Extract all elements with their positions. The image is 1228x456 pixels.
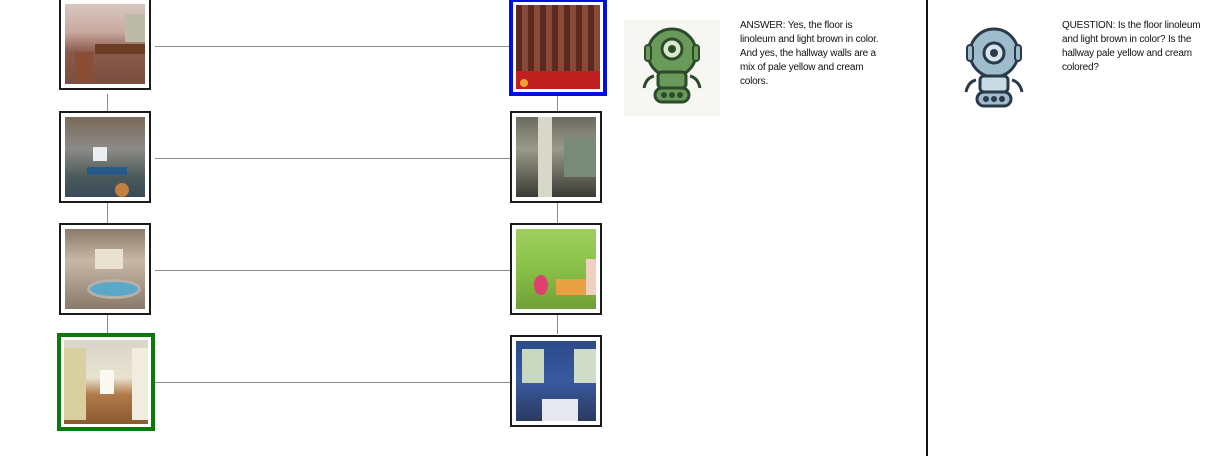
question-bot-avatar xyxy=(946,20,1042,116)
image-tile-basement[interactable] xyxy=(510,111,602,203)
answer-message: ANSWER: Yes, the floor is linoleum and l… xyxy=(740,19,880,89)
image-tile-hot-tub[interactable] xyxy=(59,223,151,315)
robot-icon xyxy=(642,27,702,104)
answer-bot-avatar xyxy=(624,20,720,116)
pair-connector xyxy=(155,382,510,383)
image-tile-trophy-room[interactable] xyxy=(59,111,151,203)
pair-connector xyxy=(155,270,510,271)
trophy-room-photo xyxy=(65,117,145,197)
wine-cellar-photo xyxy=(516,5,600,89)
home-office-photo xyxy=(65,4,145,84)
hallway-photo xyxy=(64,340,148,424)
image-tile-blue-bedroom[interactable] xyxy=(510,335,602,427)
answer-label: ANSWER: xyxy=(740,20,786,31)
image-tile-hallway-selected[interactable] xyxy=(57,333,155,431)
basement-photo xyxy=(516,117,596,197)
pair-connector xyxy=(155,46,510,47)
image-tile-wine-cellar-selected[interactable] xyxy=(509,0,607,96)
image-tile-green-reception[interactable] xyxy=(510,223,602,315)
image-pair-board xyxy=(0,0,620,456)
question-message: QUESTION: Is the floor linoleum and ligh… xyxy=(1062,19,1202,75)
robot-icon xyxy=(964,27,1024,108)
hot-tub-photo xyxy=(65,229,145,309)
blue-bedroom-photo xyxy=(516,341,596,421)
pair-connector xyxy=(155,158,510,159)
question-label: QUESTION: xyxy=(1062,20,1116,31)
image-tile-home-office[interactable] xyxy=(59,0,151,90)
panel-divider xyxy=(926,0,928,456)
green-reception-photo xyxy=(516,229,596,309)
